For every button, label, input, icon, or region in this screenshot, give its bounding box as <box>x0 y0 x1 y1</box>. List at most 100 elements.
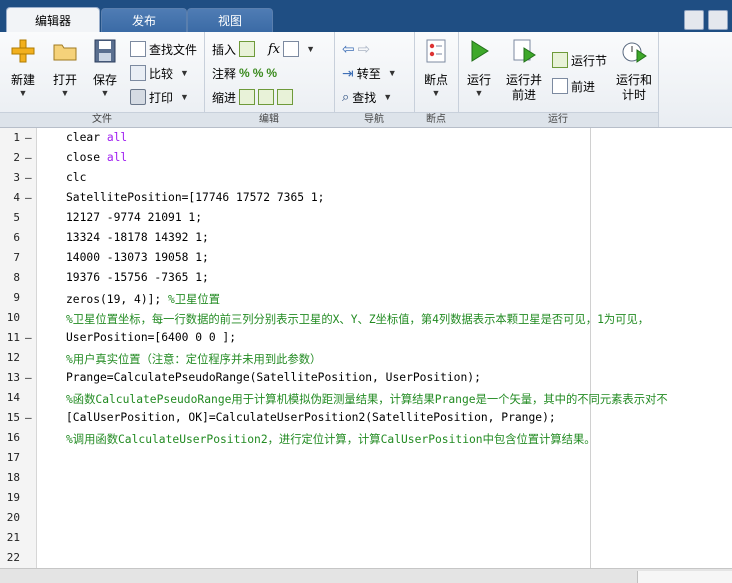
code-text: zeros(19, 4)]; <box>66 293 169 306</box>
advance-icon <box>552 78 568 94</box>
tab-editor[interactable]: 编辑器 <box>6 7 100 34</box>
save-button[interactable]: 保存 ▼ <box>88 38 122 98</box>
executable-line-marker[interactable]: – <box>25 131 33 144</box>
code-comment: %卫星位置 <box>168 293 221 306</box>
run-and-advance-button[interactable]: 运行并 前进 <box>504 38 544 103</box>
back-arrow-icon: ⇦ <box>342 41 355 58</box>
new-plus-icon <box>11 39 35 63</box>
executable-line-marker[interactable]: – <box>25 191 33 204</box>
code-line[interactable]: zeros(19, 4)]; %卫星位置 <box>66 291 220 307</box>
save-quick-icon[interactable] <box>708 10 728 30</box>
file-group-label: 文件 <box>0 112 204 127</box>
executable-line-marker[interactable]: – <box>25 411 33 424</box>
new-button[interactable]: 新建 ▼ <box>6 38 40 98</box>
find-icon[interactable] <box>684 10 704 30</box>
code-keyword: all <box>106 131 128 144</box>
run-dropdown-icon: ▼ <box>474 88 484 98</box>
run-and-advance-label: 运行并 前进 <box>504 73 544 103</box>
indent-button[interactable]: 缩进 <box>212 87 294 107</box>
code-text: 14000 -13073 19058 1; <box>66 251 209 264</box>
comment-button[interactable]: 注释 % % % <box>212 63 277 83</box>
code-line[interactable]: clc <box>66 171 86 184</box>
save-disk-icon <box>94 39 116 63</box>
find-files-button[interactable]: 查找文件 <box>130 39 197 59</box>
stopwatch-icon <box>622 42 647 63</box>
run-group-label: 运行 <box>458 112 658 127</box>
find-button[interactable]: ⌕ 查找 ▼ <box>342 87 392 107</box>
right-margin-line <box>590 128 591 569</box>
breakpoints-group: 断点 ▼ 断点 <box>414 32 459 127</box>
code-line[interactable]: UserPosition=[6400 0 0 ]; <box>66 331 236 344</box>
code-line[interactable]: %函数CalculatePseudoRange用于计算机模拟伪距测量结果，计算结… <box>66 391 668 407</box>
executable-line-marker[interactable]: – <box>25 151 33 164</box>
breakpoints-button[interactable]: 断点 ▼ <box>420 38 452 98</box>
code-line[interactable]: 13324 -18178 14392 1; <box>66 231 209 244</box>
indent-label: 缩进 <box>212 90 237 105</box>
folder-icon <box>53 44 77 61</box>
executable-line-marker[interactable]: – <box>25 171 33 184</box>
code-comment: %卫星位置坐标，每一行数据的前三列分别表示卫星的X、Y、Z坐标值，第4列数据表示… <box>66 313 650 326</box>
code-text: 19376 -15756 -7365 1; <box>66 271 209 284</box>
goto-dropdown-icon: ▼ <box>387 68 397 78</box>
run-button[interactable]: 运行 ▼ <box>462 38 496 98</box>
run-and-time-label: 运行和 计时 <box>612 73 656 103</box>
code-text: Prange=CalculatePseudoRange(SatellitePos… <box>66 371 481 384</box>
printer-icon <box>130 89 146 105</box>
line-number: 5 <box>13 211 20 224</box>
code-line[interactable]: %卫星位置坐标，每一行数据的前三列分别表示卫星的X、Y、Z坐标值，第4列数据表示… <box>66 311 649 327</box>
code-line[interactable]: %调用函数CalculateUserPosition2，进行定位计算，计算Cal… <box>66 431 596 447</box>
back-forward-buttons[interactable]: ⇦ ⇨ <box>342 39 370 59</box>
open-button[interactable]: 打开 ▼ <box>48 38 82 98</box>
run-and-time-label-line2: 计时 <box>621 88 646 102</box>
wrap-comment-icon: % <box>266 66 278 80</box>
quick-access-toolbar <box>684 10 728 30</box>
code-text: clc <box>66 171 87 184</box>
line-number: 16 <box>6 431 20 444</box>
open-label: 打开 <box>52 73 77 87</box>
code-line[interactable]: %用户真实位置（注意：定位程序并未用到此参数） <box>66 351 321 367</box>
line-number: 3 <box>13 171 20 184</box>
navigate-group: ⇦ ⇨ ⇥ 转至 ▼ ⌕ 查找 ▼ 导航 <box>334 32 415 127</box>
code-line[interactable]: 19376 -15756 -7365 1; <box>66 271 209 284</box>
comment-percent-icon: % <box>239 66 250 80</box>
increase-indent-icon <box>258 89 275 105</box>
line-number: 10 <box>6 311 20 324</box>
code-line[interactable]: Prange=CalculatePseudoRange(SatellitePos… <box>66 371 481 384</box>
code-editor[interactable]: 1– clear all 2– close all 3– clc 4– SatellitePo… <box>0 127 732 569</box>
edit-group: 插入 fx ▼ 注释 % % % 缩进 编辑 <box>204 32 335 127</box>
fx-dropdown-icon: ▼ <box>306 44 316 54</box>
print-dropdown-icon: ▼ <box>180 92 189 102</box>
line-number: 17 <box>6 451 20 464</box>
run-and-time-button[interactable]: 运行和 计时 <box>612 38 656 103</box>
ribbon: 新建 ▼ 打开 ▼ 保存 ▼ 查找文件 比较 ▼ 打印 ▼ 文件 插入 fx ▼… <box>0 32 732 128</box>
breakpoints-dropdown-icon: ▼ <box>431 88 441 98</box>
tab-view[interactable]: 视图 <box>187 8 273 33</box>
compare-button[interactable]: 比较 ▼ <box>130 63 189 83</box>
code-line[interactable]: 14000 -13073 19058 1; <box>66 251 209 264</box>
line-number: 15 <box>6 411 20 424</box>
print-button[interactable]: 打印 ▼ <box>130 87 189 107</box>
tab-publish[interactable]: 发布 <box>101 8 187 33</box>
goto-button[interactable]: ⇥ 转至 ▼ <box>342 63 397 83</box>
breakpoints-label: 断点 <box>423 73 448 87</box>
open-dropdown-icon: ▼ <box>60 88 70 98</box>
fx-button[interactable]: fx ▼ <box>268 39 315 59</box>
run-section-icon <box>552 52 568 68</box>
run-section-button[interactable]: 运行节 <box>552 50 607 70</box>
run-and-advance-label-line1: 运行并 <box>505 73 542 87</box>
line-number: 19 <box>6 491 20 504</box>
compare-label: 比较 <box>149 66 174 81</box>
code-line[interactable]: clear all <box>66 131 127 144</box>
line-number: 4 <box>13 191 20 204</box>
advance-button[interactable]: 前进 <box>552 76 595 96</box>
insert-button[interactable]: 插入 <box>212 39 256 59</box>
line-number: 8 <box>13 271 20 284</box>
code-line[interactable]: [CalUserPosition, OK]=CalculateUserPosit… <box>66 411 556 424</box>
status-bar <box>0 568 732 583</box>
executable-line-marker[interactable]: – <box>25 331 33 344</box>
code-line[interactable]: 12127 -9774 21091 1; <box>66 211 202 224</box>
run-play-icon <box>471 40 489 62</box>
executable-line-marker[interactable]: – <box>25 371 33 384</box>
code-line[interactable]: SatellitePosition=[17746 17572 7365 1; <box>66 191 324 204</box>
code-line[interactable]: close all <box>66 151 127 164</box>
